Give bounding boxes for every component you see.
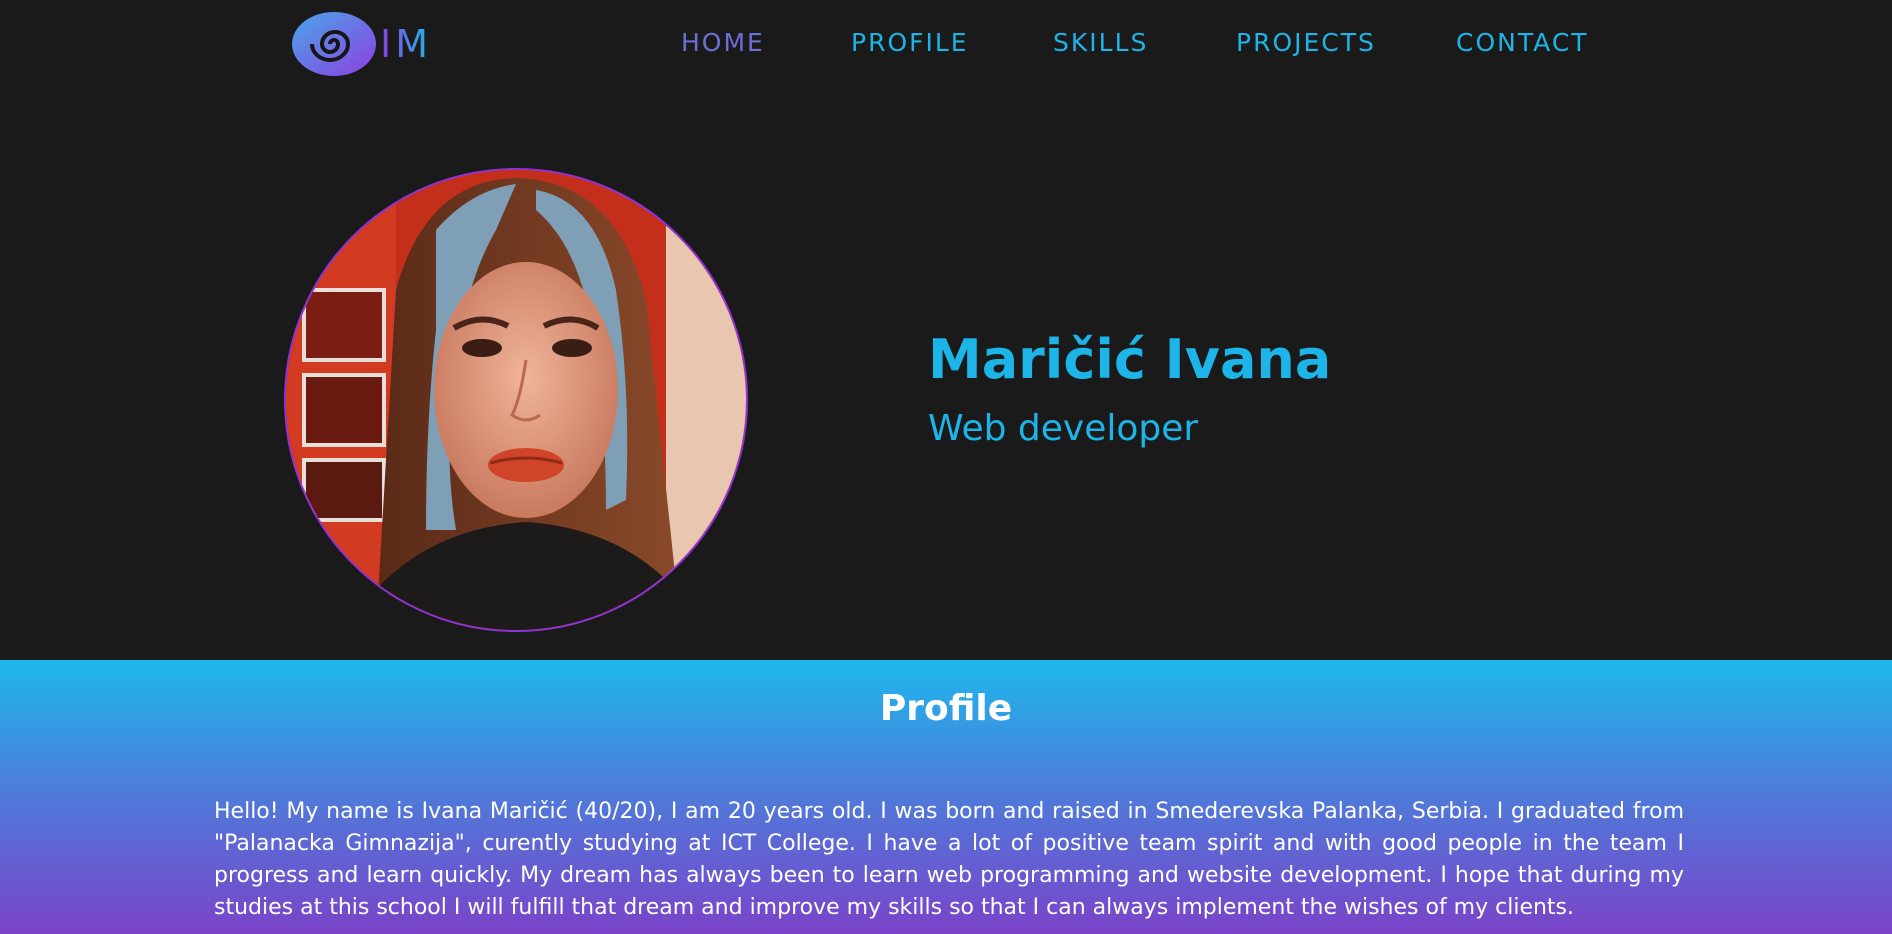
- logo-link[interactable]: IM: [290, 8, 460, 80]
- profile-title: Profile: [879, 688, 1013, 729]
- logo-text: IM: [380, 22, 432, 66]
- nav-home[interactable]: HOME: [681, 28, 765, 68]
- nav-skills[interactable]: SKILLS: [1053, 28, 1148, 68]
- profile-section: Profile Hello! My name is Ivana Maričić …: [0, 660, 1892, 934]
- hero-name: Maričić Ivana: [928, 328, 1332, 391]
- portrait-image: [286, 170, 746, 630]
- profile-text: Hello! My name is Ivana Maričić (40/20),…: [214, 799, 1684, 920]
- hero-role: Web developer: [928, 408, 1199, 449]
- spiral-logo-icon: [292, 12, 376, 76]
- nav-projects[interactable]: PROJECTS: [1236, 28, 1376, 68]
- nav-profile[interactable]: PROFILE: [851, 28, 969, 68]
- nav-contact[interactable]: CONTACT: [1456, 28, 1589, 68]
- avatar: [284, 168, 748, 632]
- navbar: IM HOME PROFILE SKILLS PROJECTS CONTACT: [0, 0, 1892, 100]
